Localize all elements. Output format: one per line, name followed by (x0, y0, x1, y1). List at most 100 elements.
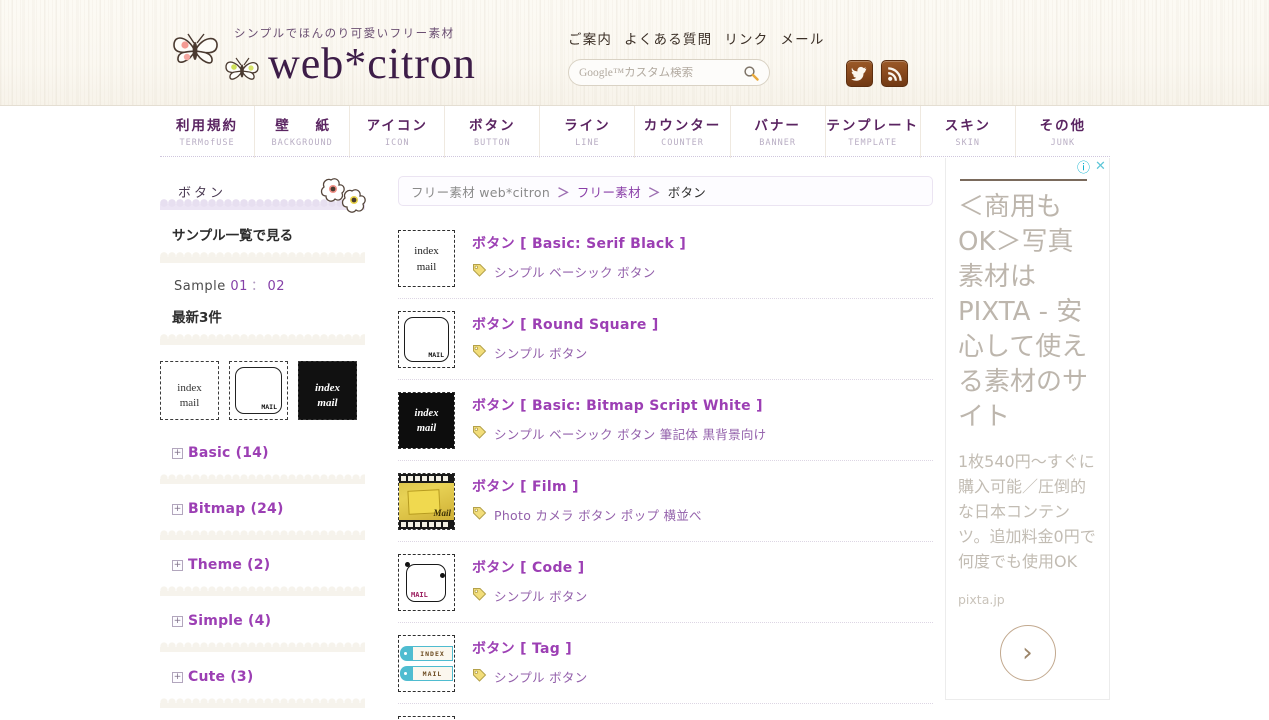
sidebar-category-bitmap[interactable]: + Bitmap (24) (160, 500, 375, 523)
expander-plus-icon[interactable]: + (172, 616, 183, 627)
tag-row-index: INDEX (400, 646, 453, 661)
catnav-item-icon[interactable]: アイコン ICON (349, 106, 444, 158)
expander-plus-icon[interactable]: + (172, 560, 183, 571)
latest-thumb-round[interactable]: MAIL (229, 361, 288, 420)
sidebar-category-cute[interactable]: + Cute (3) (160, 668, 375, 691)
thumbnail-art: index mail (399, 393, 454, 448)
butterfly-large-icon (168, 30, 224, 77)
catnav-en-terms: TERMofUSE (179, 138, 235, 148)
nav-divider (160, 156, 1110, 157)
expander-plus-icon[interactable]: + (172, 448, 183, 459)
thumb-line-2: mail (179, 397, 200, 409)
catnav-item-banner[interactable]: バナー BANNER (729, 106, 825, 158)
search-input[interactable] (579, 66, 743, 79)
item-title[interactable]: ボタン [ Basic: Serif Black ] (472, 233, 686, 253)
thumb-label: MAIL (411, 591, 428, 599)
item-thumbnail-serif-black[interactable]: serif-black index mail (398, 230, 455, 287)
catnav-item-template[interactable]: テンプレート TEMPLATE (824, 106, 920, 158)
top-nav-item-link[interactable]: リンク (724, 32, 768, 48)
top-nav-item-mail[interactable]: メール (780, 32, 824, 48)
item-title[interactable]: ボタン [ Film ] (472, 476, 702, 496)
item-thumbnail-black-script[interactable]: index mail (398, 392, 455, 449)
top-nav-item-guide[interactable]: ご案内 (568, 32, 612, 48)
site-brand[interactable]: シンプルでほんのり可愛いフリー素材 web*citron (160, 16, 560, 92)
code-dot-1 (405, 562, 410, 567)
tag-icon (472, 506, 487, 523)
info-icon[interactable]: ⓘ (1075, 158, 1092, 176)
sidebar-category-list: + Basic (14) + Bitmap (24) + Theme (2) + Sim… (160, 444, 375, 720)
thumbnail-art: MAIL (403, 559, 450, 606)
item-title[interactable]: ボタン [ Code ] (472, 557, 588, 577)
item-thumbnail-round-square[interactable]: MAIL (398, 311, 455, 368)
item-title[interactable]: ボタン [ Round Square ] (472, 314, 659, 334)
catnav-item-button[interactable]: ボタン BUTTON (444, 106, 539, 158)
item-tag-text: Photo カメラ ボタン ポップ 横並べ (494, 508, 702, 523)
latest-thumb-serif[interactable]: index mail (160, 361, 219, 420)
catnav-ja-counter: カウンター (643, 118, 722, 134)
expander-plus-icon[interactable]: + (172, 672, 183, 683)
sidebar-sample-heading: サンプル一覧で見る (172, 228, 294, 244)
sidebar-section-title: ボタン (178, 186, 227, 201)
breadcrumb-arrow-1: ＞ (557, 184, 570, 200)
scallop-divider-pale-1 (160, 252, 365, 263)
tag-row-mail: MAIL (400, 666, 453, 681)
search-box[interactable] (568, 59, 770, 86)
item-title[interactable]: ボタン [ Tag ] (472, 638, 588, 658)
tag-icon (472, 425, 487, 442)
catnav-item-background[interactable]: 壁 紙 BACKGROUND (254, 106, 349, 158)
breadcrumb: フリー素材 web*citron ＞ フリー素材 ＞ ボタン (398, 176, 933, 206)
butterfly-small-icon (222, 56, 262, 91)
sidebar-category-simple[interactable]: + Simple (4) (160, 612, 375, 635)
catnav-ja-icon: アイコン (366, 118, 428, 134)
item-title[interactable]: ボタン [ Basic: Bitmap Script White ] (472, 395, 766, 415)
ad-topbar: ⓘ ✕ (946, 158, 1109, 177)
scallop-divider-cat-4 (160, 642, 365, 652)
sidebar-category-label: Simple (4) (188, 613, 272, 629)
latest-thumb-black[interactable]: index mail (298, 361, 357, 420)
catnav-item-terms[interactable]: 利用規約 TERMofUSE (160, 106, 254, 158)
sample-link-02[interactable]: 02 (267, 279, 285, 294)
magnifier-icon[interactable] (743, 65, 759, 81)
sample-link-01[interactable]: 01 (230, 279, 248, 294)
sidebar-category-theme[interactable]: + Theme (2) (160, 556, 375, 579)
thumb-text-index: index (414, 244, 439, 257)
latest-thumb-serif-text: index mail (177, 370, 201, 411)
left-sidebar: ボタン サンプル一覧で見る Sample 01 ： 02 最新3件 index … (160, 176, 375, 720)
catnav-item-line[interactable]: ライン LINE (539, 106, 634, 158)
main-content: フリー素材 web*citron ＞ フリー素材 ＞ ボタン serif-bla… (398, 176, 933, 720)
item-thumbnail-tennis[interactable]: index (398, 716, 455, 720)
item-tags: シンプル ボタン (472, 343, 659, 362)
catnav-en-background: BACKGROUND (271, 138, 333, 148)
social-icons (846, 60, 908, 87)
catnav-ja-skin: スキン (944, 118, 991, 134)
tag-icon (472, 263, 487, 280)
ad-headline[interactable]: ＜商用もOK＞写真素材はPIXTA - 安心して使える素材のサイト (958, 190, 1099, 435)
catnav-item-skin[interactable]: スキン SKIN (919, 106, 1015, 158)
advertisement-panel: ⓘ ✕ ＜商用もOK＞写真素材はPIXTA - 安心して使える素材のサイト 1枚… (945, 158, 1110, 700)
close-icon[interactable]: ✕ (1092, 158, 1109, 175)
list-item: serif-black index mail ボタン [ Basic: Seri… (398, 218, 933, 299)
item-thumbnail-tag[interactable]: INDEX MAIL (398, 635, 455, 692)
ad-url[interactable]: pixta.jp (958, 592, 1099, 607)
sidebar-category-basic[interactable]: + Basic (14) (160, 444, 375, 467)
flowers-icon (315, 176, 369, 221)
catnav-en-junk: JUNK (1050, 138, 1076, 148)
top-nav-item-faq[interactable]: よくある質問 (624, 32, 712, 48)
rss-icon[interactable] (881, 60, 908, 87)
catnav-item-counter[interactable]: カウンター COUNTER (634, 106, 729, 158)
item-thumbnail-code[interactable]: MAIL (398, 554, 455, 611)
catnav-item-junk[interactable]: その他 JUNK (1014, 106, 1110, 158)
page-body: ボタン サンプル一覧で見る Sample 01 ： 02 最新3件 index … (0, 158, 1269, 720)
item-tags: シンプル ベーシック ボタン 筆記体 黒背景向け (472, 424, 766, 443)
expander-plus-icon[interactable]: + (172, 504, 183, 515)
breadcrumb-parent[interactable]: フリー素材 (577, 182, 641, 201)
thumb-line-2: mail (317, 397, 338, 409)
chevron-right-icon[interactable]: › (999, 625, 1056, 681)
breadcrumb-root[interactable]: フリー素材 web*citron (411, 182, 550, 201)
tag-icon (472, 587, 487, 604)
catnav-en-skin: SKIN (955, 138, 981, 148)
twitter-icon[interactable] (846, 60, 873, 87)
item-tags: Photo カメラ ボタン ポップ 横並べ (472, 505, 702, 524)
item-thumbnail-film[interactable]: Mail (398, 473, 455, 530)
category-nav: 利用規約 TERMofUSE 壁 紙 BACKGROUND アイコン ICON … (160, 106, 1110, 158)
